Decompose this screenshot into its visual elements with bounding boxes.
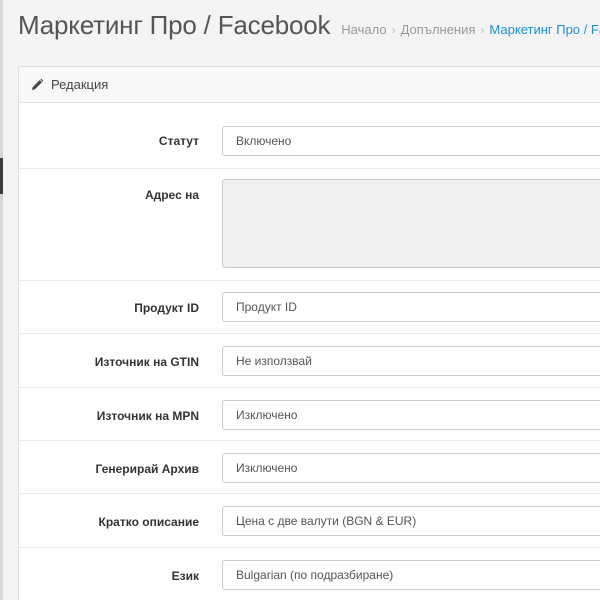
address-textarea[interactable] (222, 179, 600, 268)
mpn-select[interactable]: Изключено (222, 400, 600, 430)
edit-panel: Редакция Статут Включено Адрес на Продук… (18, 66, 600, 600)
form-row-address: Адрес на (19, 169, 600, 281)
archive-label: Генерирай Архив (95, 462, 199, 476)
breadcrumb-separator: › (480, 23, 485, 37)
breadcrumb: Начало › Допълнения › Маркетинг Про / Fa… (341, 22, 600, 37)
archive-select[interactable]: Изключено (222, 453, 600, 483)
language-select[interactable]: Bulgarian (по подразбиране) (222, 560, 600, 590)
form-row-gtin: Източник на GTIN Не използвай (19, 334, 600, 388)
breadcrumb-separator: › (391, 23, 396, 37)
status-select[interactable]: Включено (222, 126, 600, 156)
form-row-language: Език Bulgarian (по подразбиране) (19, 548, 600, 600)
address-label: Адрес на (144, 188, 199, 202)
breadcrumb-extensions[interactable]: Допълнения (401, 22, 476, 37)
product-id-select[interactable]: Продукт ID (222, 292, 600, 322)
panel-heading: Редакция (19, 67, 600, 103)
form-row-archive: Генерирай Архив Изключено (19, 441, 600, 494)
form-row-short-description: Кратко описание Цена с две валути (BGN &… (19, 494, 600, 548)
mpn-label: Източник на MPN (96, 409, 199, 423)
status-label: Статут (158, 134, 199, 148)
pencil-icon (30, 78, 44, 92)
form-row-status: Статут Включено (19, 104, 600, 169)
gtin-label: Източник на GTIN (94, 355, 199, 369)
page-header: Маркетинг Про / Facebook Начало › Допълн… (18, 10, 600, 46)
form-row-product-id: Продукт ID Продукт ID (19, 281, 600, 334)
product-id-label: Продукт ID (134, 301, 199, 315)
page-title: Маркетинг Про / Facebook (18, 10, 331, 40)
left-edge (0, 0, 3, 600)
form-row-mpn: Източник на MPN Изключено (19, 388, 600, 441)
breadcrumb-home[interactable]: Начало (341, 22, 386, 37)
panel-heading-title: Редакция (51, 77, 109, 92)
breadcrumb-current[interactable]: Маркетинг Про / Facebook (489, 22, 600, 37)
short-description-label: Кратко описание (98, 515, 199, 529)
gtin-select[interactable]: Не използвай (222, 346, 600, 376)
left-edge-marker (0, 158, 3, 194)
short-description-select[interactable]: Цена с две валути (BGN & EUR) (222, 506, 600, 536)
language-label: Език (171, 569, 199, 583)
